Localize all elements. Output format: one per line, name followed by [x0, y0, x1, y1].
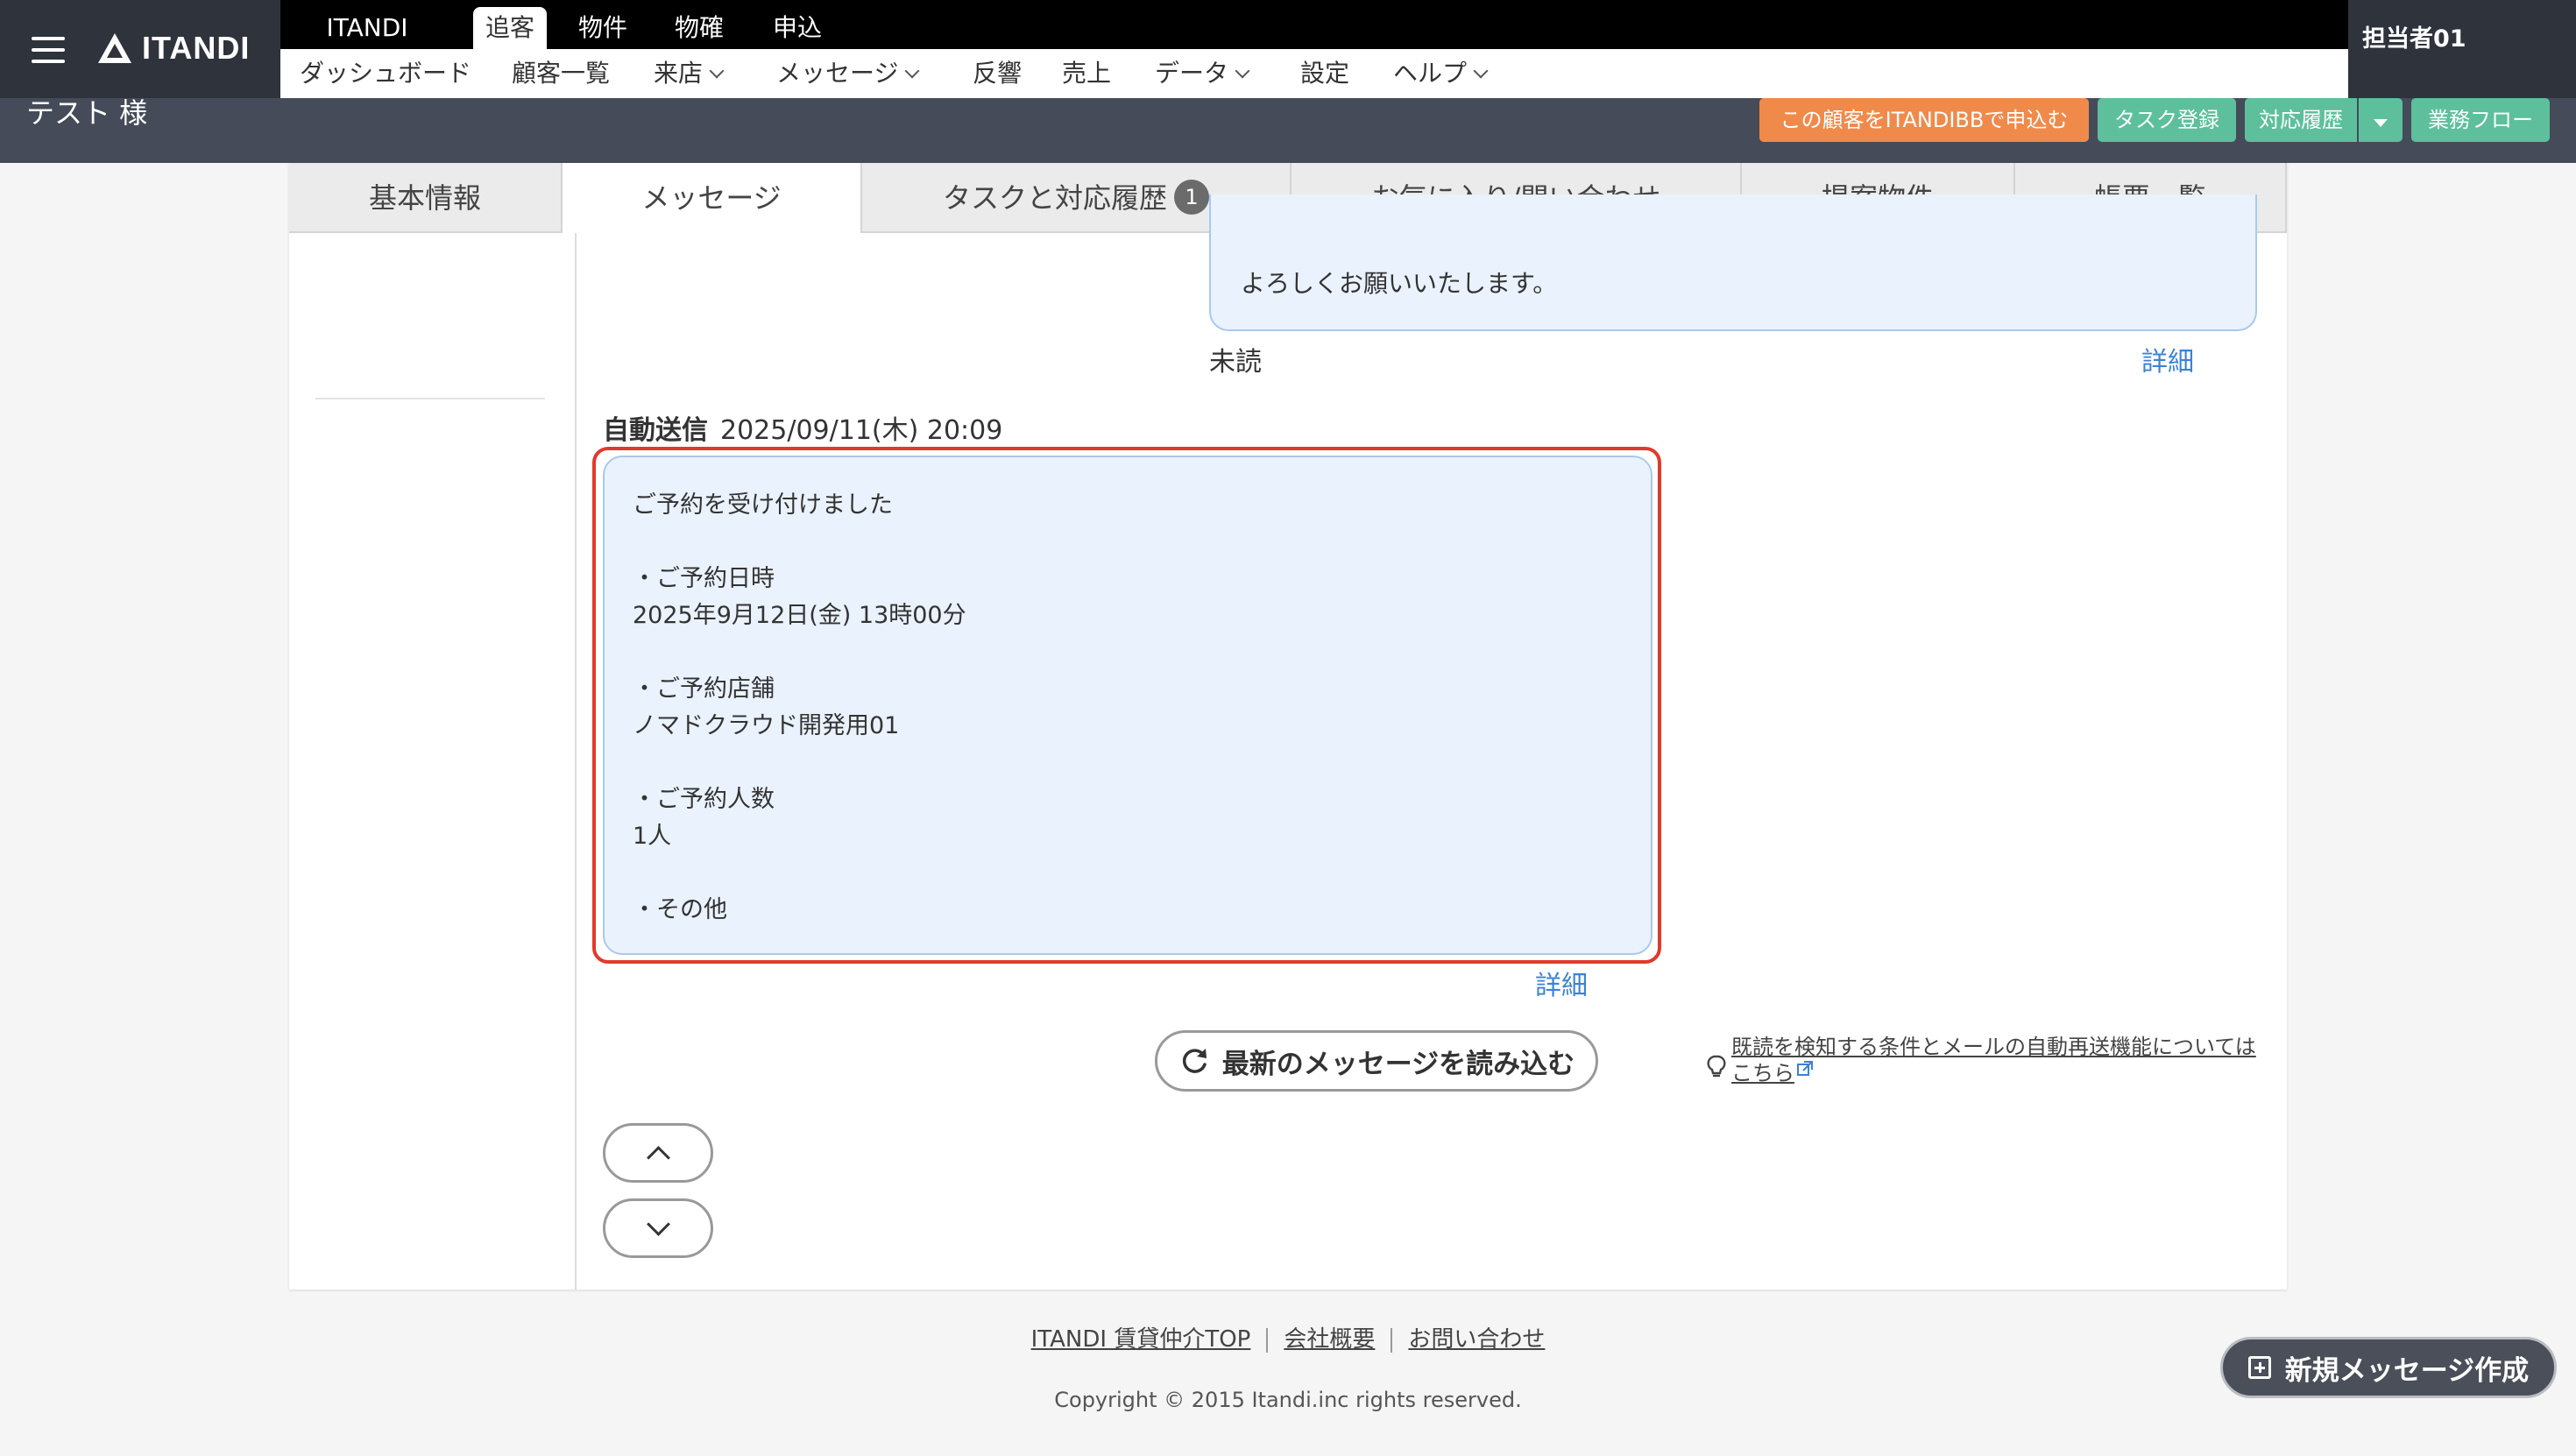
external-link-icon: [1797, 1061, 1813, 1076]
subnav-help[interactable]: ヘルプ: [1393, 49, 1489, 98]
subnav-dashboard[interactable]: ダッシュボード: [300, 49, 471, 98]
refresh-icon: [1182, 1049, 1207, 1073]
chevron-up-icon: [646, 1145, 670, 1170]
tab-basic-info[interactable]: 基本情報: [289, 163, 563, 233]
main-nav: ITANDI BB 追客 物件 物確 申込: [280, 0, 2348, 84]
scroll-up-button[interactable]: [603, 1123, 713, 1183]
caret-down-icon: [2374, 119, 2388, 127]
itandi-logo-icon: [98, 33, 131, 63]
subnav-response[interactable]: 反響: [973, 49, 1022, 98]
chevron-down-icon: [1235, 63, 1250, 79]
message-bubble-previous: よろしくお願いいたします。: [1209, 194, 2257, 331]
logo-text: ITANDI: [142, 30, 251, 66]
nav-tab-itandi-bb[interactable]: ITANDI BB: [310, 7, 424, 84]
customer-name: テスト 様: [26, 96, 148, 130]
itandi-logo[interactable]: ITANDI: [96, 30, 250, 67]
chevron-down-icon: [709, 63, 725, 79]
user-menu[interactable]: 担当者01: [2348, 0, 2576, 98]
nav-tab-tsuikyaku[interactable]: 追客: [473, 7, 547, 49]
nav-tab-bukken[interactable]: 物件: [566, 7, 640, 49]
subnav-data[interactable]: データ: [1155, 49, 1250, 98]
scroll-down-button[interactable]: [603, 1198, 713, 1258]
task-register-button[interactable]: タスク登録: [2098, 98, 2236, 142]
subnav-visit[interactable]: 来店: [654, 49, 725, 98]
message-detail-link[interactable]: 詳細: [2141, 340, 2194, 378]
reload-button-label: 最新のメッセージを読み込む: [1221, 1048, 1575, 1080]
nav-tab-moshikomi[interactable]: 申込: [761, 7, 834, 49]
subnav-settings[interactable]: 設定: [1300, 49, 1349, 98]
auto-send-label: 自動送信: [603, 415, 708, 446]
task-count-badge: 1: [1174, 180, 1209, 215]
apply-itandibb-button[interactable]: この顧客をITANDIBBで申込む: [1759, 98, 2089, 142]
plus-square-icon: [2247, 1356, 2271, 1379]
history-dropdown-button[interactable]: [2359, 98, 2403, 142]
chevron-down-icon: [904, 63, 920, 79]
footer-links: ITANDI 賃貸仲介TOP 会社概要 お問い合わせ: [0, 1321, 2576, 1354]
copyright: Copyright © 2015 Itandi.inc rights reser…: [1054, 1388, 1522, 1412]
message-header: 自動送信 2025/09/11(木) 20:09: [603, 408, 1002, 447]
subnav-message[interactable]: メッセージ: [776, 49, 920, 98]
read-detection-help-link[interactable]: 既読を検知する条件とメールの自動再送機能については: [1731, 1034, 2292, 1060]
new-message-button[interactable]: 新規メッセージ作成: [2220, 1337, 2557, 1398]
divider: [1266, 1327, 1269, 1353]
message-detail-link[interactable]: 詳細: [1535, 964, 1588, 1002]
nav-tab-bukkaku[interactable]: 物確: [662, 7, 736, 49]
subnav-customer-list[interactable]: 顧客一覧: [512, 49, 610, 98]
read-detection-help-link-here[interactable]: こちら: [1731, 1060, 1814, 1086]
highlight-outline: [592, 447, 1661, 964]
reload-messages-button[interactable]: 最新のメッセージを読み込む: [1155, 1030, 1598, 1092]
new-message-label: 新規メッセージ作成: [2284, 1354, 2530, 1387]
footer-link-top[interactable]: ITANDI 賃貸仲介TOP: [1031, 1326, 1251, 1353]
hamburger-menu-icon[interactable]: [32, 37, 65, 63]
tab-message[interactable]: メッセージ: [561, 163, 862, 233]
user-name: 担当者01: [2362, 25, 2466, 53]
read-status: 未読: [1209, 347, 1262, 378]
message-timestamp: 2025/09/11(木) 20:09: [720, 415, 1003, 446]
history-button[interactable]: 対応履歴: [2245, 98, 2357, 142]
subnav-sales[interactable]: 売上: [1062, 49, 1111, 98]
divider: [315, 398, 545, 399]
workflow-button[interactable]: 業務フロー: [2411, 98, 2550, 142]
chevron-down-icon: [646, 1212, 670, 1236]
logo-area: ITANDI: [0, 0, 280, 98]
footer-link-company[interactable]: 会社概要: [1284, 1326, 1375, 1353]
top-header: ITANDI ITANDI BB 追客 物件 物確 申込 ダッシュボード 顧客一…: [0, 0, 2576, 163]
footer-link-contact[interactable]: お問い合わせ: [1408, 1326, 1545, 1353]
lightbulb-icon: [1707, 1055, 1726, 1078]
message-text: よろしくお願いいたします。: [1241, 269, 1558, 298]
left-column: [289, 233, 577, 1290]
divider: [1391, 1327, 1393, 1353]
chevron-down-icon: [1473, 63, 1489, 79]
sub-nav: ダッシュボード 顧客一覧 来店 メッセージ 反響 売上 データ 設定 ヘルプ: [280, 49, 2348, 98]
